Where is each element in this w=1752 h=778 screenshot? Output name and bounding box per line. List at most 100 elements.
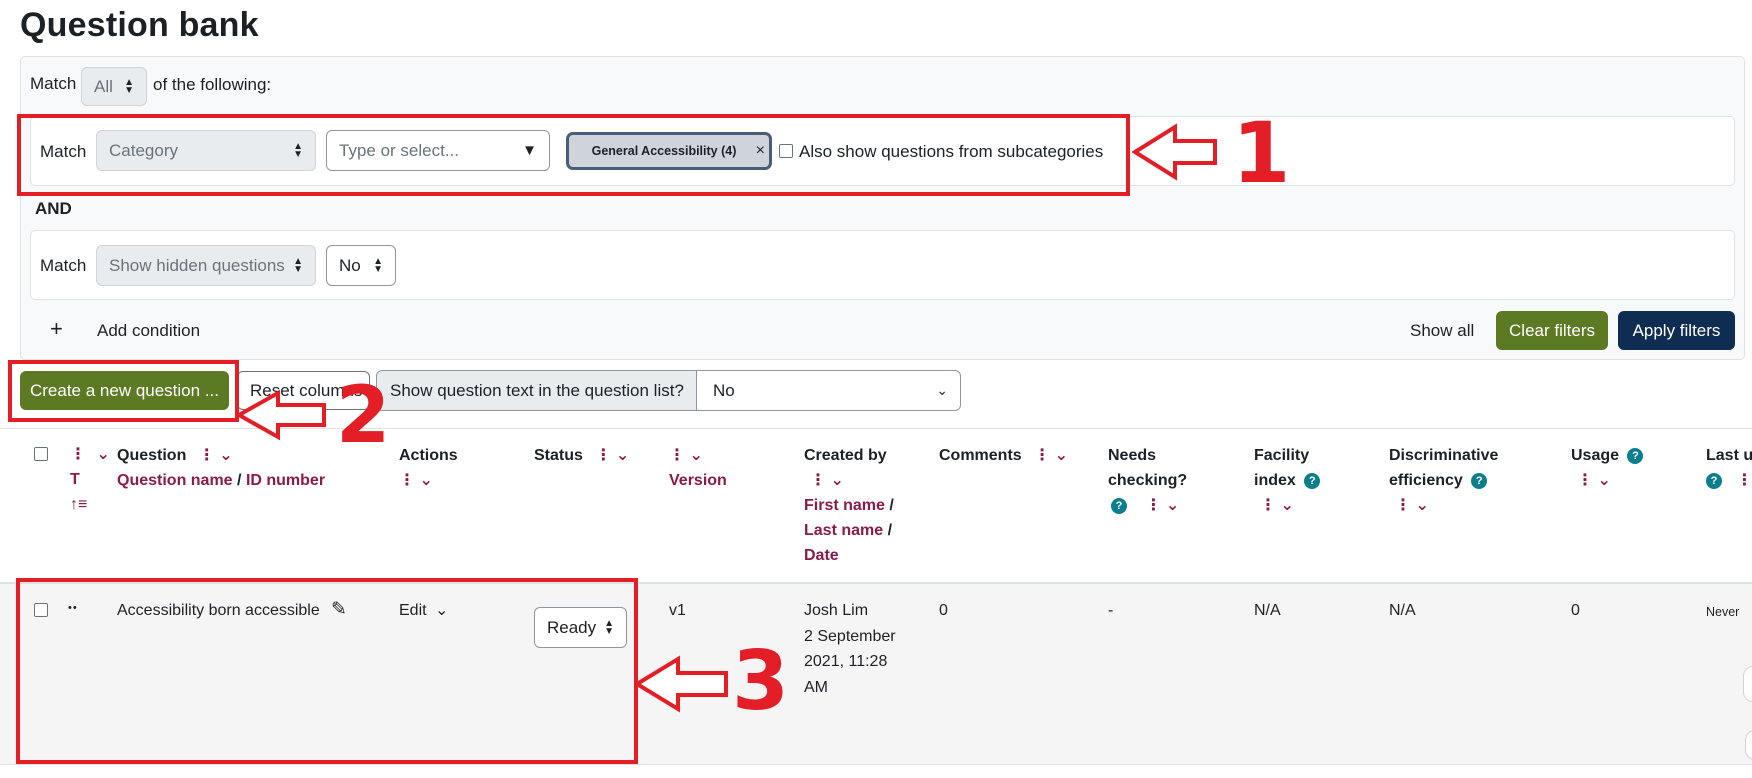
column-menu-icon[interactable]: ⋮ (1145, 497, 1161, 514)
needs-checking-cell: - (1108, 602, 1114, 619)
chevron-down-icon[interactable]: ⌄ (96, 446, 109, 463)
created-date-line: 2 September (804, 627, 896, 645)
chevron-down-icon[interactable]: ⌄ (616, 447, 629, 464)
clear-filters-button[interactable]: Clear filters (1496, 311, 1608, 350)
chevron-down-icon[interactable]: ⌄ (1055, 447, 1068, 464)
created-date-line: AM (804, 678, 828, 696)
plus-icon[interactable]: + (50, 316, 63, 342)
comments-count-link[interactable]: 0 (939, 598, 948, 624)
of-following-label: of the following: (153, 75, 272, 94)
scroll-right-button[interactable] (1743, 666, 1752, 702)
chevron-down-icon[interactable]: ⌄ (1415, 497, 1428, 514)
version-sort-link[interactable]: Version (669, 472, 727, 489)
chevron-down-icon[interactable]: ⌄ (1166, 497, 1179, 514)
help-icon[interactable]: ? (1706, 472, 1722, 489)
help-icon[interactable]: ? (1111, 497, 1127, 514)
last-name-sort-link[interactable]: Last name (804, 522, 883, 539)
usage-column-header: Usage ? ⋮ ⌄ (1571, 443, 1644, 493)
column-menu-icon[interactable]: ⋮ (1577, 472, 1593, 489)
column-menu-icon[interactable]: ⋮ (810, 472, 826, 489)
header-separator: / (237, 472, 242, 489)
discriminative-column-header: Discriminative efficiency ? ⋮ ⌄ (1389, 443, 1498, 518)
version-cell: v1 (669, 602, 686, 619)
arrow-left-icon (236, 389, 326, 441)
first-name-sort-link[interactable]: First name (804, 497, 885, 514)
usage-header-label: Usage (1571, 447, 1620, 464)
hidden-value-select[interactable]: No ▲ ▼ (326, 245, 396, 286)
filter-panel (20, 56, 1745, 360)
help-icon[interactable]: ? (1304, 472, 1321, 489)
match-label: Match (30, 74, 77, 93)
updown-icon: ▲ ▼ (124, 76, 134, 96)
discriminative-label-2: efficiency (1389, 472, 1463, 489)
status-header-label: Status (534, 447, 583, 464)
match-type-value: All (94, 76, 113, 96)
question-header-label: Question (117, 447, 187, 464)
show-text-value: No (713, 380, 735, 400)
column-menu-icon[interactable]: ⋮ (595, 447, 611, 464)
chevron-down-icon[interactable]: ⌄ (1597, 472, 1610, 489)
chevron-down-icon[interactable]: ⌄ (830, 472, 843, 489)
created-by-name: Josh Lim (804, 602, 869, 619)
chevron-down-icon[interactable]: ⌄ (689, 447, 702, 464)
type-column-header: ⋮ ⌄ T ↑≡ (70, 442, 110, 517)
column-menu-icon[interactable]: ⋮ (1395, 497, 1411, 514)
show-all-link[interactable]: Show all (1410, 321, 1474, 341)
updown-icon: ▲ ▼ (373, 255, 383, 275)
comments-column-header: Comments ⋮ ⌄ (939, 443, 1068, 468)
show-text-label: Show question text in the question list? (376, 370, 697, 411)
question-name-sort-link[interactable]: Question name (117, 472, 233, 489)
and-label: AND (35, 199, 72, 218)
annotation-box-1 (17, 114, 1130, 196)
discriminative-label-1: Discriminative (1389, 447, 1499, 464)
created-by-header-label: Created by (804, 447, 887, 464)
help-icon[interactable]: ? (1471, 472, 1488, 489)
hidden-value: No (339, 255, 361, 275)
chevron-down-icon[interactable]: ⌄ (419, 472, 432, 489)
column-menu-icon[interactable]: ⋮ (1736, 472, 1752, 489)
created-by-column-header: Created by ⋮ ⌄ First name / Last name / … (804, 443, 894, 568)
column-menu-icon[interactable]: ⋮ (70, 446, 86, 463)
status-column-header: Status ⋮ ⌄ (534, 443, 629, 468)
needs-checking-label-2: checking? (1108, 472, 1188, 489)
created-by-cell: Josh Lim 2 September 2021, 11:28 AM (804, 598, 896, 700)
column-menu-icon[interactable]: ⋮ (669, 447, 685, 464)
condition-match-label: Match (40, 256, 87, 275)
chevron-down-icon[interactable]: ⌄ (1280, 497, 1293, 514)
annotation-number-3: 3 (732, 634, 790, 729)
show-text-select[interactable]: No ⌄ (696, 370, 961, 411)
sort-ascending-icon[interactable]: ↑≡ (70, 496, 87, 513)
column-menu-icon[interactable]: ⋮ (1034, 447, 1050, 464)
needs-checking-column-header: Needs checking? ? ⋮ ⌄ (1108, 443, 1187, 518)
match-type-select[interactable]: All ▲ ▼ (81, 67, 147, 106)
help-icon[interactable]: ? (1627, 447, 1644, 464)
column-menu-icon[interactable]: ⋮ (399, 472, 415, 489)
arrow-left-icon (1132, 123, 1217, 181)
date-sort-link[interactable]: Date (804, 547, 839, 564)
annotation-number-1: 1 (1232, 104, 1291, 202)
chevron-down-icon[interactable]: ⌄ (219, 447, 232, 464)
comments-header-label: Comments (939, 447, 1022, 464)
usage-count-link[interactable]: 0 (1571, 598, 1580, 624)
needs-checking-label-1: Needs (1108, 447, 1157, 464)
select-all-checkbox[interactable] (34, 447, 48, 461)
annotation-number-2: 2 (336, 371, 391, 461)
updown-icon: ▲ ▼ (293, 255, 303, 275)
actions-column-header: Actions ⋮ ⌄ (399, 443, 458, 493)
last-used-header-label: Last u (1706, 447, 1752, 464)
annotation-box-2 (8, 360, 239, 422)
column-menu-icon[interactable]: ⋮ (199, 447, 215, 464)
header-separator: / (887, 522, 893, 539)
column-menu-icon[interactable]: ⋮ (1260, 497, 1276, 514)
row-bottom-border (0, 764, 1752, 765)
scroll-right-button[interactable] (1745, 730, 1752, 760)
id-number-sort-link[interactable]: ID number (246, 472, 325, 489)
discriminative-cell: N/A (1389, 602, 1416, 619)
hidden-field-select[interactable]: Show hidden questions ▲ ▼ (96, 245, 316, 286)
apply-filters-button[interactable]: Apply filters (1618, 311, 1735, 350)
type-sort-link[interactable]: T (70, 471, 80, 488)
facility-index-column-header: Facility index ? ⋮ ⌄ (1254, 443, 1321, 518)
add-condition-button[interactable]: Add condition (97, 321, 200, 341)
created-date-line: 2021, 11:28 (804, 653, 888, 670)
actions-header-label: Actions (399, 447, 458, 464)
